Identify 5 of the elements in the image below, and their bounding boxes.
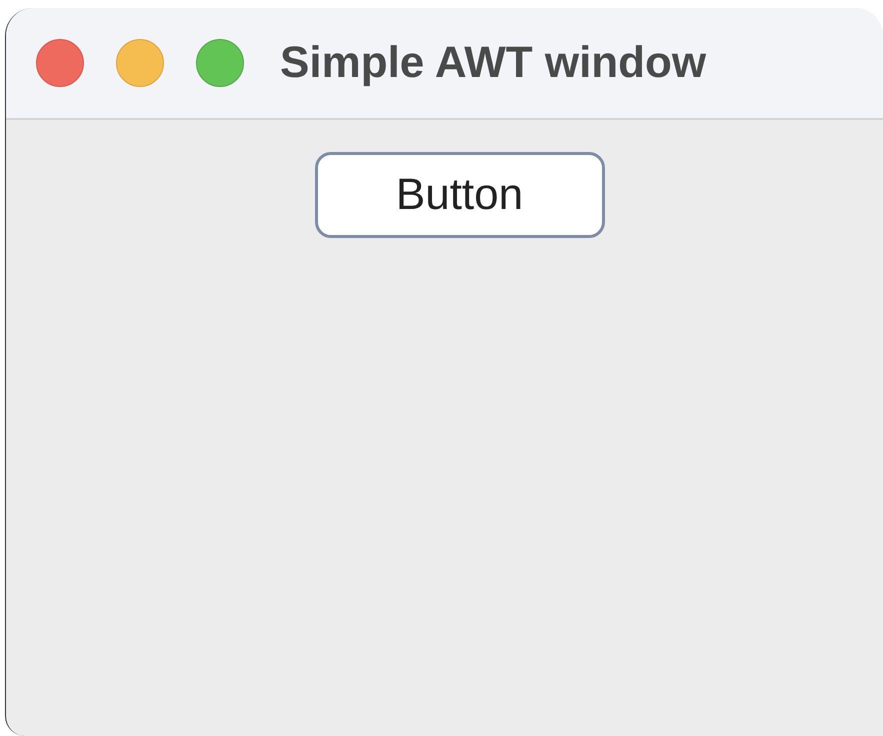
- window-title: Simple AWT window: [280, 37, 706, 89]
- close-button[interactable]: [36, 39, 84, 87]
- minimize-button[interactable]: [116, 39, 164, 87]
- button[interactable]: Button: [314, 152, 604, 238]
- maximize-button[interactable]: [196, 39, 244, 87]
